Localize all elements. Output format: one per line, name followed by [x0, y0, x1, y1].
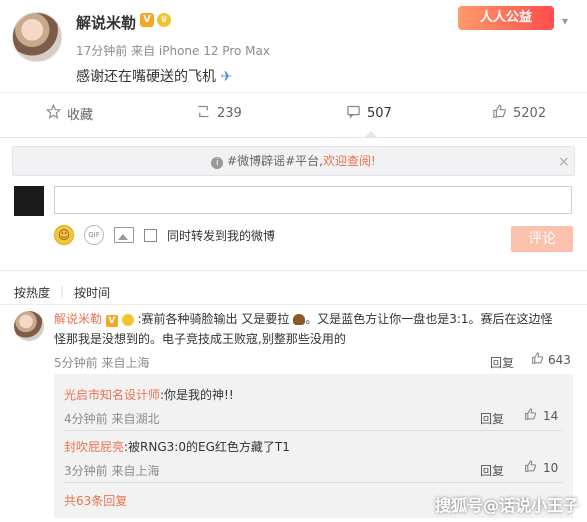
thumbs-up-icon	[524, 408, 537, 424]
reply-reply-button[interactable]: 回复	[480, 410, 504, 427]
thumbs-up-icon	[524, 460, 537, 476]
comment-text-b: 。又是蓝色方让你一盘也是3:1。赛后在这边怪	[305, 312, 553, 326]
reply-like-button[interactable]: 10	[524, 460, 558, 476]
favorite-label: 收藏	[67, 107, 94, 123]
reply-item: 封吹屁屁亮:被RNG3:0的EG红色方藏了T1	[64, 438, 290, 455]
reply-like-count: 10	[543, 461, 559, 475]
emoji-icon[interactable]: ☺	[54, 225, 74, 245]
rumor-text[interactable]: #微博辟谣#平台,	[227, 154, 323, 168]
reply-meta: 4分钟前 来自湖北	[64, 412, 160, 426]
divider	[64, 430, 563, 431]
repost-button[interactable]: 239	[196, 102, 242, 124]
author-avatar[interactable]	[12, 12, 62, 62]
favorite-button[interactable]: 收藏	[45, 102, 94, 124]
sort-tabs: 按热度 | 按时间	[14, 284, 111, 301]
post-meta: 17分钟前 来自 iPhone 12 Pro Max	[76, 44, 270, 58]
tab-sort-time[interactable]: 按时间	[74, 284, 110, 301]
watermark: 搜狐号@话说小王子	[434, 496, 579, 515]
like-button[interactable]: 5202	[492, 102, 546, 124]
reply-author[interactable]: 光启市知名设计师	[64, 388, 160, 402]
comment-button[interactable]: 507	[346, 102, 392, 124]
thumbs-up-icon	[531, 352, 544, 368]
charity-badge[interactable]: 人人公益	[458, 6, 554, 30]
repost-icon	[196, 104, 211, 123]
reply-button[interactable]: 回复	[490, 354, 514, 371]
chevron-down-icon[interactable]: ▾	[562, 14, 568, 28]
repost-count: 239	[217, 105, 242, 121]
post-content: 感谢还在嘴硬送的飞机 ✈	[76, 66, 232, 86]
star-icon	[45, 103, 62, 123]
divider	[64, 482, 563, 483]
comment-author[interactable]: 解说米勒	[54, 312, 102, 326]
comment-avatar[interactable]	[14, 311, 44, 341]
fan-badge-icon	[121, 313, 134, 326]
rumor-link[interactable]: 欢迎查阅!	[323, 154, 376, 168]
reply-like-button[interactable]: 14	[524, 408, 558, 424]
comment-icon	[346, 104, 361, 123]
tab-sort-hot[interactable]: 按热度	[14, 284, 50, 301]
comment-like-count: 643	[548, 353, 571, 367]
reply-author[interactable]: 封吹屁屁亮	[64, 440, 124, 454]
comment-like-button[interactable]: 643	[531, 352, 571, 368]
comment-meta: 5分钟前 来自上海	[54, 356, 150, 370]
close-icon[interactable]: ×	[558, 154, 570, 170]
verified-badge: V	[105, 315, 118, 327]
comment-body: 解说米勒 V :赛前各种骑脸输出 又是要拉 。又是蓝色方让你一盘也是3:1。赛后…	[54, 309, 574, 349]
comment-input[interactable]	[54, 186, 572, 214]
airplane-emoji: ✈	[220, 69, 233, 85]
image-icon[interactable]	[114, 227, 134, 243]
verified-badge: V	[140, 13, 154, 27]
comment-text-a: :赛前各种骑脸输出 又是要拉	[137, 312, 290, 326]
reply-like-count: 14	[543, 409, 559, 423]
divider	[0, 137, 587, 138]
like-count: 5202	[513, 105, 547, 121]
info-icon: i	[211, 157, 224, 169]
poop-emoji-icon	[293, 314, 306, 325]
thumbs-up-icon	[492, 104, 507, 123]
repost-checkbox[interactable]	[144, 228, 157, 242]
reply-text: :你是我的神!!	[160, 388, 234, 402]
composer-toolbar: ☺ GIF 同时转发到我的微博	[54, 225, 275, 245]
post-content-text: 感谢还在嘴硬送的飞机	[76, 69, 216, 85]
rumor-banner: i #微博辟谣#平台,欢迎查阅!	[12, 146, 575, 176]
divider	[0, 304, 587, 305]
gif-icon[interactable]: GIF	[84, 225, 104, 245]
reply-item: 光启市知名设计师:你是我的神!!	[64, 386, 234, 403]
submit-comment-button[interactable]: 评论	[511, 226, 573, 252]
comment-count: 507	[367, 105, 392, 121]
repost-checkbox-label: 同时转发到我的微博	[167, 228, 276, 243]
reply-reply-button[interactable]: 回复	[480, 462, 504, 479]
divider	[0, 92, 587, 93]
divider	[0, 270, 587, 271]
comment-text-c: 怪那我是没想到的。电子竞技成王败寇,别整那些没用的	[54, 332, 346, 346]
more-replies-link[interactable]: 共63条回复	[64, 492, 127, 509]
reply-text: :被RNG3:0的EG红色方藏了T1	[124, 440, 290, 454]
current-user-avatar[interactable]	[14, 186, 44, 216]
reply-meta: 3分钟前 来自上海	[64, 464, 160, 478]
author-name[interactable]: 解说米勒	[76, 12, 136, 33]
fan-badge-icon: ♛	[157, 13, 171, 27]
